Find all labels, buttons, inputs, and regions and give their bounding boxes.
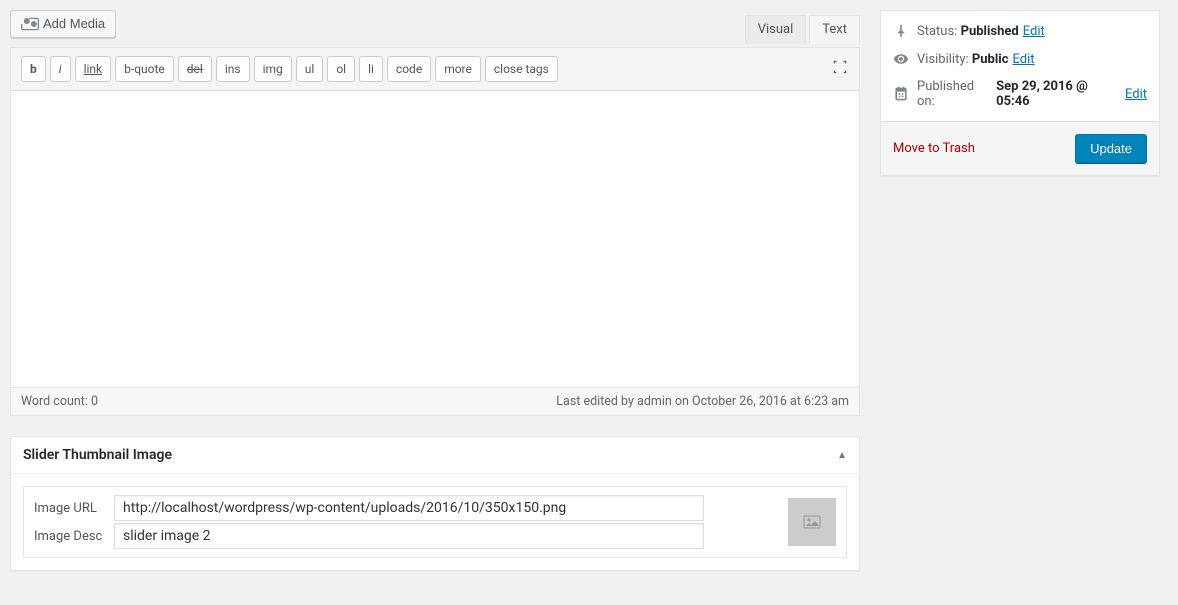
status-label: Status: [917,24,957,39]
published-label: Published on: [917,79,993,109]
editor-tab-text[interactable]: Text [809,15,860,44]
metabox-title: Slider Thumbnail Image [23,447,172,463]
qt-li-button[interactable]: li [359,56,383,82]
calendar-icon [893,86,909,102]
content-textarea[interactable] [11,91,859,387]
qt-bold-button[interactable]: b [21,56,46,82]
qt-code-button[interactable]: code [387,56,431,82]
published-edit-link[interactable]: Edit [1125,87,1147,102]
status-value: Published [961,24,1019,39]
image-desc-input[interactable] [114,523,704,549]
thumbnail-preview [788,498,836,546]
status-edit-link[interactable]: Edit [1023,24,1045,39]
slider-thumbnail-metabox: Slider Thumbnail Image ▲ Image URL Image… [10,436,860,571]
qt-closetags-button[interactable]: close tags [485,56,558,82]
quicktags-toolbar: b i link b-quote del ins img ul ol li co… [11,48,859,91]
move-to-trash-link[interactable]: Move to Trash [893,141,975,156]
editor-status-bar: Word count: 0 Last edited by admin on Oc… [11,387,859,415]
editor-container: b i link b-quote del ins img ul ol li co… [10,47,860,416]
word-count-label: Word count: 0 [21,394,98,409]
qt-more-button[interactable]: more [435,56,481,82]
publish-metabox: Status: Published Edit Visibility: Publi… [880,10,1160,176]
visibility-label: Visibility: [917,52,969,67]
eye-icon [893,51,909,67]
pin-icon [893,23,909,39]
qt-link-button[interactable]: link [75,56,112,82]
qt-ul-button[interactable]: ul [296,56,324,82]
qt-italic-button[interactable]: i [50,56,71,82]
qt-ol-button[interactable]: ol [327,56,355,82]
qt-bquote-button[interactable]: b-quote [115,56,174,82]
image-url-label: Image URL [34,501,114,516]
qt-ins-button[interactable]: ins [216,56,250,82]
last-edited-label: Last edited by admin on October 26, 2016… [556,394,849,409]
visibility-value: Public [972,52,1009,67]
update-button[interactable]: Update [1075,134,1147,163]
published-value: Sep 29, 2016 @ 05:46 [996,79,1121,109]
qt-img-button[interactable]: img [254,56,292,82]
fullscreen-icon[interactable] [831,58,849,80]
qt-del-button[interactable]: del [178,56,212,82]
image-desc-label: Image Desc [34,529,114,544]
metabox-toggle-icon[interactable]: ▲ [837,450,847,461]
image-url-input[interactable] [114,495,704,521]
visibility-edit-link[interactable]: Edit [1013,52,1035,67]
editor-tab-visual[interactable]: Visual [745,15,807,44]
